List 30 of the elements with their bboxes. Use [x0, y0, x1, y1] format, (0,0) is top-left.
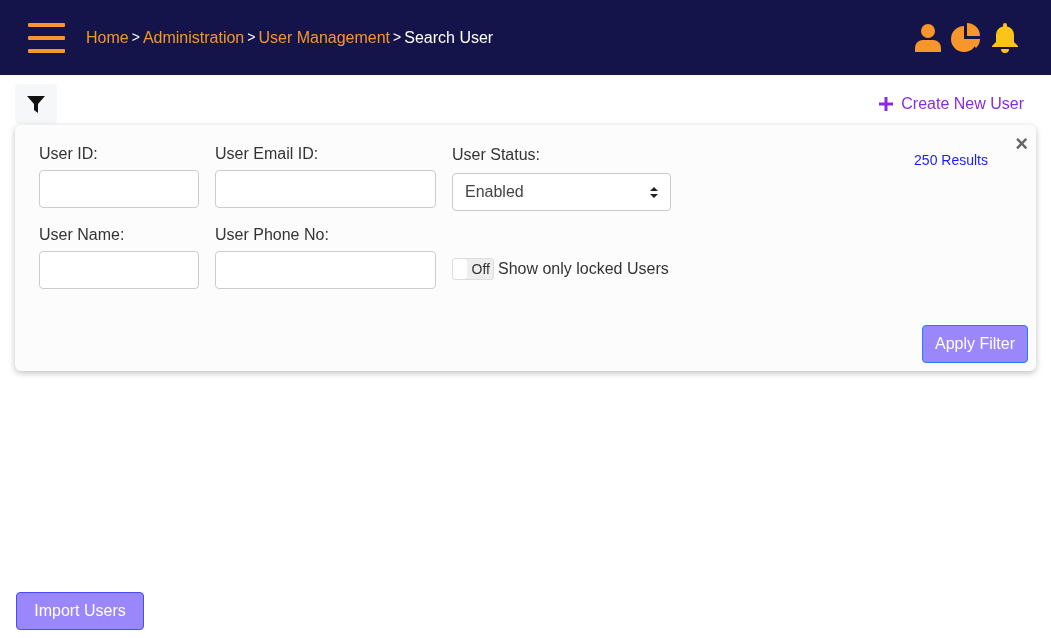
- sort-caret-icon: [650, 186, 658, 198]
- field-label: User Phone No:: [215, 225, 330, 243]
- bell-icon[interactable]: [992, 22, 1018, 53]
- results-count: 250 Results: [914, 151, 988, 170]
- breadcrumb-link[interactable]: Home: [86, 25, 129, 50]
- field-label: User Email ID:: [215, 144, 320, 162]
- toggle-switch[interactable]: Off: [452, 258, 494, 280]
- input-field[interactable]: [39, 251, 199, 289]
- input-field[interactable]: [215, 251, 436, 289]
- input-field[interactable]: [39, 170, 199, 208]
- filter-button[interactable]: [15, 84, 57, 124]
- plus-icon: [879, 97, 894, 111]
- user-icon[interactable]: [915, 23, 941, 52]
- close-button[interactable]: ×: [1015, 133, 1028, 155]
- menu-icon[interactable]: [28, 22, 65, 53]
- toggle-label: Show only locked Users: [498, 259, 669, 279]
- breadcrumb-separator: >: [131, 28, 140, 47]
- breadcrumb-separator: >: [393, 28, 402, 47]
- filter-icon: [27, 95, 45, 113]
- input-field[interactable]: [215, 170, 436, 208]
- pie-chart-icon[interactable]: [951, 22, 982, 53]
- breadcrumb-link[interactable]: Administration: [142, 25, 245, 50]
- field-label: User Status:: [452, 145, 542, 163]
- breadcrumb-current: Search User: [404, 27, 494, 48]
- field-label: User ID:: [39, 144, 99, 162]
- breadcrumb-link[interactable]: User Management: [258, 25, 391, 50]
- breadcrumb-separator: >: [247, 28, 256, 47]
- field-label: User Name:: [39, 225, 126, 243]
- create-user-button[interactable]: Create New User: [879, 92, 1024, 116]
- status-dropdown[interactable]: Enabled: [452, 173, 671, 211]
